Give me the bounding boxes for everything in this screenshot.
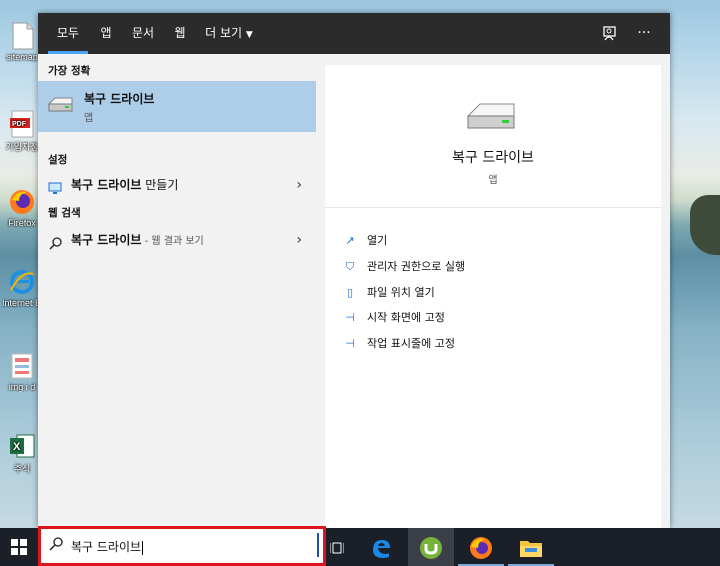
search-results-list: 가장 정확 복구 드라이브 앱 설정 복구 드라이브 만들기 › 웹 검색 복구: [38, 54, 324, 528]
edge-icon: [370, 539, 392, 558]
drive-large-icon: [466, 98, 518, 137]
pdf-icon: PDF: [9, 110, 35, 138]
tab-all[interactable]: 모두: [48, 13, 88, 54]
desktop-icon-label: 가입자정: [5, 142, 39, 152]
chevron-right-icon[interactable]: ›: [296, 227, 302, 253]
web-result-rest: - 웹 결과 보기: [141, 236, 204, 247]
shield-icon: ⛉: [345, 260, 355, 273]
settings-result-item[interactable]: 복구 드라이브 만들기 ›: [38, 172, 316, 198]
action-pin-to-taskbar[interactable]: ⊣ 작업 표시줄에 고정: [343, 334, 455, 354]
wallpaper-rock: [690, 195, 720, 255]
desktop-icon-label: Internet Explorer: [2, 298, 42, 308]
action-label: 열기: [367, 234, 388, 247]
preview-type: 앱: [488, 175, 498, 186]
desktop-icon-ie[interactable]: Internet Explorer: [2, 268, 42, 308]
desktop-icon-label: sitemap: [6, 52, 38, 62]
taskbar: 복구 드라이브: [0, 526, 720, 566]
search-icon: [49, 233, 62, 259]
windows-logo-icon: [11, 539, 27, 555]
pin-icon: ⊣: [345, 337, 355, 350]
more-icon[interactable]: ···: [632, 21, 656, 45]
tab-label: 더 보기: [205, 26, 243, 40]
drive-icon: [47, 94, 74, 117]
action-open[interactable]: ↗ 열기: [343, 231, 387, 251]
search-panel: 모두 앱 문서 웹 더 보기 ▼ ··· 가장 정확 복구 드라이브 앱 설정: [38, 13, 670, 528]
action-label: 시작 화면에 고정: [367, 311, 445, 324]
tab-web[interactable]: 웹: [168, 13, 192, 54]
action-label: 파일 위치 열기: [367, 286, 435, 299]
action-label: 관리자 권한으로 실행: [367, 260, 466, 273]
web-result-item[interactable]: 복구 드라이브 - 웹 결과 보기 ›: [38, 227, 316, 253]
start-button[interactable]: [0, 528, 38, 566]
action-open-file-location[interactable]: ▯ 파일 위치 열기: [343, 283, 435, 303]
search-filter-bar: 모두 앱 문서 웹 더 보기 ▼ ···: [38, 13, 670, 54]
file-location-icon: ▯: [346, 286, 354, 299]
tab-apps[interactable]: 앱: [94, 13, 118, 54]
divider: [325, 207, 661, 208]
text-caret: [142, 540, 144, 555]
image-file-icon: [9, 352, 35, 380]
taskbar-utorrent[interactable]: [408, 528, 454, 566]
taskbar-firefox[interactable]: [458, 528, 504, 566]
pin-icon: ⊣: [345, 311, 355, 324]
chevron-down-icon: ▼: [245, 30, 253, 40]
tab-label: 앱: [100, 26, 112, 40]
desktop-icon-label: img i d: [8, 382, 36, 392]
excel-icon: X: [9, 432, 35, 460]
preview-card: 복구 드라이브 앱 ↗ 열기 ⛉ 관리자 권한으로 실행 ▯ 파일 위치 열기 ⊣ 시작…: [325, 65, 661, 528]
web-result-bold: 복구 드라이브: [71, 233, 142, 247]
best-match-item[interactable]: 복구 드라이브 앱: [38, 81, 316, 132]
tab-label: 모두: [56, 26, 80, 40]
ie-icon: [9, 268, 35, 296]
svg-text:X: X: [13, 441, 21, 453]
file-icon: [9, 22, 35, 50]
section-heading-web: 웹 검색: [48, 207, 81, 219]
taskbar-file-explorer[interactable]: [508, 528, 554, 566]
taskbar-search-box[interactable]: 복구 드라이브: [38, 526, 326, 566]
open-icon: ↗: [345, 234, 355, 247]
utorrent-icon: [419, 536, 443, 559]
taskbar-edge[interactable]: [358, 528, 404, 566]
desktop-icon-excel[interactable]: X 주식: [2, 432, 42, 475]
folder-icon: [519, 540, 543, 557]
tab-label: 문서: [131, 26, 155, 40]
best-match-title: 복구 드라이브: [84, 92, 155, 106]
preview-title: 복구 드라이브: [452, 150, 534, 166]
desktop-icon-img[interactable]: img i d: [2, 352, 42, 392]
desktop-icon-pdf[interactable]: PDF 가입자정: [2, 110, 42, 153]
tab-label: 웹: [174, 26, 186, 40]
monitor-icon: [48, 178, 62, 204]
feedback-icon[interactable]: [598, 21, 622, 45]
task-view-icon: [329, 540, 345, 554]
search-icon: [49, 537, 63, 555]
desktop-icon-sitemap[interactable]: sitemap: [2, 22, 42, 62]
svg-text:PDF: PDF: [12, 121, 27, 128]
desktop-icon-label: Firefox: [8, 218, 36, 228]
settings-result-bold: 복구 드라이브: [71, 178, 142, 192]
section-heading-best-match: 가장 정확: [48, 65, 91, 77]
tab-more[interactable]: 더 보기 ▼: [201, 13, 257, 54]
result-preview-pane: 복구 드라이브 앱 ↗ 열기 ⛉ 관리자 권한으로 실행 ▯ 파일 위치 열기 ⊣ 시작…: [324, 54, 670, 528]
action-pin-to-start[interactable]: ⊣ 시작 화면에 고정: [343, 308, 445, 328]
desktop-icon-label: 주식: [13, 464, 31, 474]
tab-documents[interactable]: 문서: [126, 13, 160, 54]
search-box-accent: [317, 533, 319, 557]
task-view-button[interactable]: [322, 528, 352, 566]
action-label: 작업 표시줄에 고정: [367, 337, 455, 350]
best-match-type: 앱: [84, 113, 94, 124]
settings-result-rest: 만들기: [141, 178, 179, 192]
chevron-right-icon[interactable]: ›: [296, 172, 302, 198]
desktop-icon-firefox[interactable]: Firefox: [2, 188, 42, 228]
firefox-icon: [469, 536, 493, 559]
search-query-text: 복구 드라이브: [71, 540, 142, 554]
firefox-icon: [9, 188, 35, 216]
section-heading-settings: 설정: [48, 154, 68, 166]
action-run-as-admin[interactable]: ⛉ 관리자 권한으로 실행: [343, 257, 465, 277]
